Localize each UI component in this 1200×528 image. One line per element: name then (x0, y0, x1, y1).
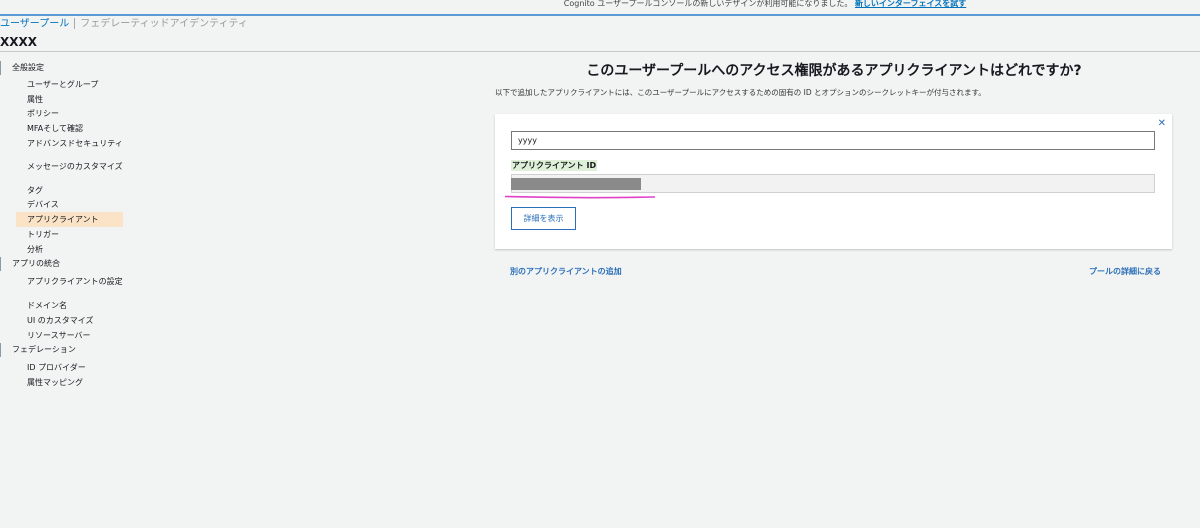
sidebar-item-tags[interactable]: タグ (16, 185, 123, 196)
sidebar-section-app-integration[interactable]: アプリの統合 (0, 257, 130, 271)
back-to-pool-details-link[interactable]: プールの詳細に戻る (1089, 266, 1161, 278)
tab-user-pools[interactable]: ユーザープール (0, 19, 69, 30)
sidebar-item-ui-customization[interactable]: UI のカスタマイズ (16, 315, 123, 326)
sidebar-item-resource-servers[interactable]: リソースサーバー (16, 330, 123, 341)
sidebar-item-analytics[interactable]: 分析 (16, 244, 123, 255)
app-client-card: ✕ アプリクライアント ID 詳細を表示 (495, 114, 1172, 249)
header-divider (0, 51, 1200, 52)
show-details-button[interactable]: 詳細を表示 (511, 207, 576, 230)
banner-text: Cognito ユーザープールコンソールの新しいデザインが利用可能になりました。 (563, 0, 853, 8)
app-client-id-label: アプリクライアント ID (511, 160, 598, 171)
close-icon[interactable]: ✕ (1158, 118, 1166, 130)
sidebar-item-devices[interactable]: デバイス (16, 199, 123, 210)
tab-federated-identities[interactable]: フェデレーティッドアイデンティティ (80, 19, 248, 30)
app-client-id-field (511, 174, 1155, 193)
sidebar-item-attribute-mapping[interactable]: 属性マッピング (16, 377, 123, 388)
console-banner: Cognito ユーザープールコンソールの新しいデザインが利用可能になりました。… (0, 0, 1200, 16)
breadcrumb: ユーザープール フェデレーティッドアイデンティティ (0, 18, 248, 31)
page-title: このユーザープールへのアクセス権限があるアプリクライアントはどれですか? (586, 63, 1082, 79)
add-app-client-link[interactable]: 別のアプリクライアントの追加 (510, 266, 622, 278)
sidebar-item-mfa[interactable]: MFAそして確認 (16, 123, 123, 134)
sidebar-item-domain-name[interactable]: ドメイン名 (16, 300, 123, 311)
page-description: 以下で追加したアプリクライアントには、このユーザープールにアクセスするための固有… (495, 88, 986, 97)
sidebar-item-app-clients[interactable]: アプリクライアント (16, 212, 123, 227)
sidebar-item-app-client-settings[interactable]: アプリクライアントの設定 (16, 276, 123, 287)
breadcrumb-separator (74, 18, 76, 29)
redacted-client-id (511, 178, 641, 190)
sidebar-item-triggers[interactable]: トリガー (16, 229, 123, 240)
highlight-underline (505, 195, 655, 199)
sidebar-item-message-customization[interactable]: メッセージのカスタマイズ (16, 161, 123, 172)
app-client-name-input[interactable] (511, 131, 1155, 150)
banner-new-ui-link[interactable]: 新しいインターフェイスを試す (855, 0, 966, 8)
pool-name: XXXX (0, 35, 38, 49)
sidebar-item-users-groups[interactable]: ユーザーとグループ (16, 79, 123, 90)
sidebar-item-advanced-security[interactable]: アドバンスドセキュリティ (16, 138, 123, 149)
sidebar-item-attributes[interactable]: 属性 (16, 94, 123, 105)
sidebar-item-identity-providers[interactable]: ID プロバイダー (16, 362, 123, 373)
sidebar-item-policies[interactable]: ポリシー (16, 108, 123, 119)
sidebar-section-general[interactable]: 全般設定 (0, 61, 130, 75)
sidebar-section-federation[interactable]: フェデレーション (0, 343, 130, 357)
